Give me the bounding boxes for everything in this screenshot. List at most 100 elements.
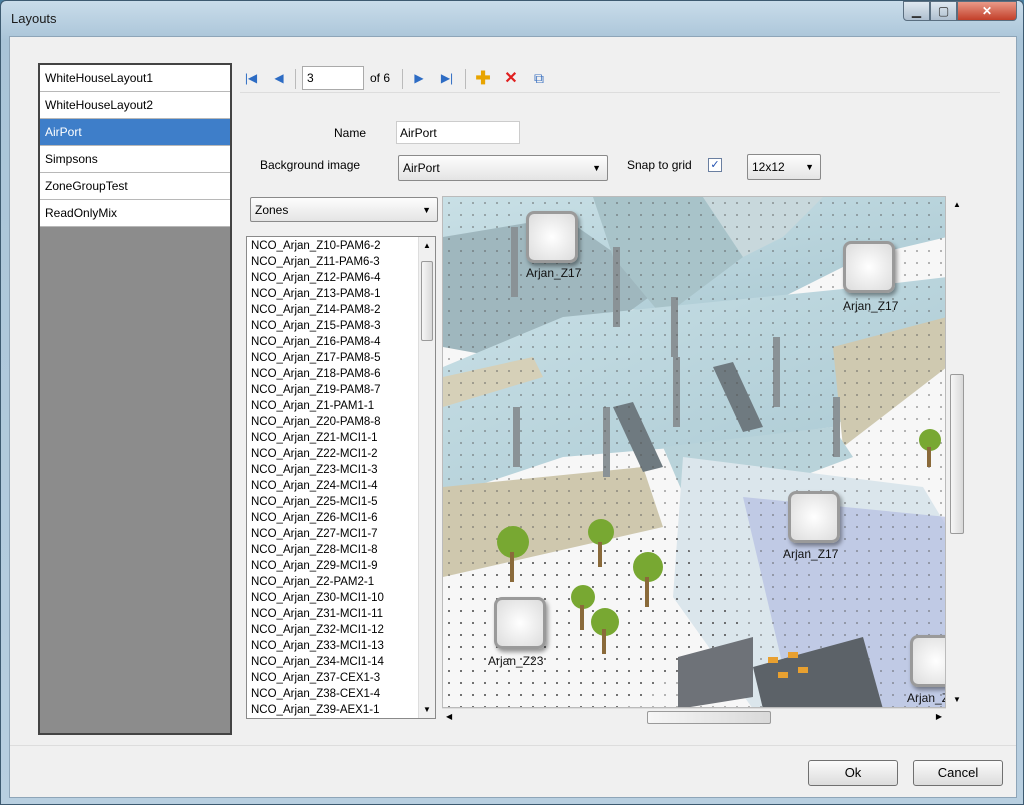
separator <box>465 69 466 89</box>
scrollbar-thumb[interactable] <box>950 374 964 534</box>
layout-list-item[interactable]: ZoneGroupTest <box>40 173 230 200</box>
zone-list-item[interactable]: NCO_Arjan_Z29-MCI1-9 <box>247 558 435 574</box>
zone-list-item[interactable]: NCO_Arjan_Z12-PAM6-4 <box>247 270 435 286</box>
record-navigator: |◀ ◀ 3 of 6 ▶ ▶| ✚ ✕ ⧉ <box>240 65 1000 93</box>
zone-list-item[interactable]: NCO_Arjan_Z31-MCI1-11 <box>247 606 435 622</box>
zone-list-item[interactable]: NCO_Arjan_Z19-PAM8-7 <box>247 382 435 398</box>
last-record-button[interactable]: ▶| <box>438 69 456 87</box>
previous-record-button[interactable]: ◀ <box>270 69 288 87</box>
name-field[interactable]: AirPort <box>396 121 520 144</box>
zone-list-item[interactable]: NCO_Arjan_Z27-MCI1-7 <box>247 526 435 542</box>
scroll-right-icon[interactable]: ▶ <box>936 712 942 721</box>
zone-list-item[interactable]: NCO_Arjan_Z21-MCI1-1 <box>247 430 435 446</box>
zone-list-item[interactable]: NCO_Arjan_Z18-PAM8-6 <box>247 366 435 382</box>
zone-list-item[interactable]: NCO_Arjan_Z2-PAM2-1 <box>247 574 435 590</box>
zone-list-item[interactable]: NCO_Arjan_Z30-MCI1-10 <box>247 590 435 606</box>
zone-list-item[interactable]: NCO_Arjan_Z13-PAM8-1 <box>247 286 435 302</box>
zone-marker-label: Arjan_Z1 <box>907 691 945 705</box>
zone-marker[interactable] <box>843 241 895 293</box>
zone-marker[interactable] <box>494 597 546 649</box>
zone-list-item[interactable]: NCO_Arjan_Z15-PAM8-3 <box>247 318 435 334</box>
next-record-button[interactable]: ▶ <box>410 69 428 87</box>
zone-marker-label: Arjan_Z17 <box>843 299 899 313</box>
scrollbar-thumb[interactable] <box>421 261 433 341</box>
zone-filter-select[interactable]: Zones ▼ <box>250 197 438 222</box>
zone-list-item[interactable]: NCO_Arjan_Z37-CEX1-3 <box>247 670 435 686</box>
canvas-vertical-scrollbar[interactable]: ▲ ▼ <box>948 196 966 708</box>
background-image-label: Background image <box>260 158 361 172</box>
zone-marker-label: Arjan_Z17 <box>783 547 839 561</box>
scroll-down-icon[interactable]: ▼ <box>423 705 431 714</box>
minimize-button[interactable]: ▁ <box>903 1 930 21</box>
scroll-up-icon[interactable]: ▲ <box>953 200 961 209</box>
zone-list-item[interactable]: NCO_Arjan_Z16-PAM8-4 <box>247 334 435 350</box>
title-bar: Layouts ▁ ▢ ✕ <box>1 1 1023 35</box>
maximize-button[interactable]: ▢ <box>930 1 957 21</box>
zone-filter-value: Zones <box>255 203 289 217</box>
scroll-down-icon[interactable]: ▼ <box>953 695 961 704</box>
zone-marker-label: Arjan_Z23 <box>488 654 544 668</box>
first-record-button[interactable]: |◀ <box>242 69 260 87</box>
ok-button[interactable]: Ok <box>808 760 898 786</box>
zone-list-item[interactable]: NCO_Arjan_Z17-PAM8-5 <box>247 350 435 366</box>
layout-list-item[interactable]: AirPort <box>40 119 230 146</box>
zone-list-item[interactable]: NCO_Arjan_Z25-MCI1-5 <box>247 494 435 510</box>
separator <box>402 69 403 89</box>
layout-list-item[interactable]: WhiteHouseLayout2 <box>40 92 230 119</box>
scroll-up-icon[interactable]: ▲ <box>423 241 431 250</box>
zone-marker-label: Arjan_Z17 <box>526 266 582 280</box>
scrollbar-thumb[interactable] <box>647 711 771 724</box>
minimize-icon: ▁ <box>911 4 922 18</box>
zone-list-item[interactable]: NCO_Arjan_Z11-PAM6-3 <box>247 254 435 270</box>
layouts-window: Layouts ▁ ▢ ✕ WhiteHouseLayout1 WhiteHous… <box>0 0 1024 805</box>
zone-marker[interactable] <box>910 635 945 687</box>
zone-marker[interactable] <box>526 211 578 263</box>
zone-list-item[interactable]: NCO_Arjan_Z38-CEX1-4 <box>247 686 435 702</box>
zone-list-item[interactable]: NCO_Arjan_Z28-MCI1-8 <box>247 542 435 558</box>
close-button[interactable]: ✕ <box>957 1 1017 21</box>
layout-list-item[interactable]: ReadOnlyMix <box>40 200 230 227</box>
zone-list-item[interactable]: NCO_Arjan_Z34-MCI1-14 <box>247 654 435 670</box>
zone-list-item[interactable]: NCO_Arjan_Z33-MCI1-13 <box>247 638 435 654</box>
cancel-button[interactable]: Cancel <box>913 760 1003 786</box>
add-record-button[interactable]: ✚ <box>474 67 492 88</box>
layout-list[interactable]: WhiteHouseLayout1 WhiteHouseLayout2 AirPor… <box>38 63 232 735</box>
zone-list-item[interactable]: NCO_Arjan_Z1-PAM1-1 <box>247 398 435 414</box>
layout-list-item[interactable]: WhiteHouseLayout1 <box>40 65 230 92</box>
zone-list-item[interactable]: NCO_Arjan_Z10-PAM6-2 <box>247 238 435 254</box>
zone-list-item[interactable]: NCO_Arjan_Z22-MCI1-2 <box>247 446 435 462</box>
zone-list-item[interactable]: NCO_Arjan_Z32-MCI1-12 <box>247 622 435 638</box>
zone-list-scrollbar[interactable]: ▲ ▼ <box>418 237 435 718</box>
zone-list-item[interactable]: NCO_Arjan_Z26-MCI1-6 <box>247 510 435 526</box>
position-input[interactable]: 3 <box>302 66 364 90</box>
layout-canvas[interactable]: Arjan_Z17 Arjan_Z17 Arjan_Z17 Arjan_Z23 … <box>442 196 946 708</box>
snap-to-grid-checkbox[interactable]: ✓ <box>708 158 722 172</box>
window-title: Layouts <box>11 11 57 26</box>
background-image-select[interactable]: AirPort ▼ <box>398 155 608 181</box>
zone-list-item[interactable]: NCO_Arjan_Z14-PAM8-2 <box>247 302 435 318</box>
delete-record-button[interactable]: ✕ <box>502 69 520 87</box>
next-icon: ▶ <box>414 71 424 85</box>
copy-record-button[interactable]: ⧉ <box>530 69 548 87</box>
zone-list-item[interactable]: NCO_Arjan_Z23-MCI1-3 <box>247 462 435 478</box>
separator <box>295 69 296 89</box>
add-icon: ✚ <box>475 67 491 88</box>
zone-list[interactable]: NCO_Arjan_Z10-PAM6-2 NCO_Arjan_Z11-PAM6-3… <box>246 236 436 719</box>
zone-list-item[interactable]: NCO_Arjan_Z20-PAM8-8 <box>247 414 435 430</box>
zone-list-item[interactable]: NCO_Arjan_Z39-AEX1-1 <box>247 702 435 718</box>
previous-icon: ◀ <box>274 71 284 85</box>
grid-size-select[interactable]: 12x12 ▼ <box>747 154 821 180</box>
chevron-down-icon: ▼ <box>592 163 601 173</box>
chevron-down-icon: ▼ <box>805 162 814 172</box>
zone-list-item[interactable]: NCO_Arjan_Z24-MCI1-4 <box>247 478 435 494</box>
name-label: Name <box>334 126 367 140</box>
zone-marker[interactable] <box>788 491 840 543</box>
canvas-horizontal-scrollbar[interactable]: ◀ ▶ <box>442 708 946 725</box>
layout-list-item[interactable]: Simpsons <box>40 146 230 173</box>
dialog-body: WhiteHouseLayout1 WhiteHouseLayout2 AirPor… <box>9 36 1017 798</box>
record-count-label: of 6 <box>370 71 391 85</box>
maximize-icon: ▢ <box>937 4 950 18</box>
last-icon: ▶| <box>440 71 454 85</box>
close-icon: ✕ <box>981 4 993 18</box>
scroll-left-icon[interactable]: ◀ <box>446 712 452 721</box>
